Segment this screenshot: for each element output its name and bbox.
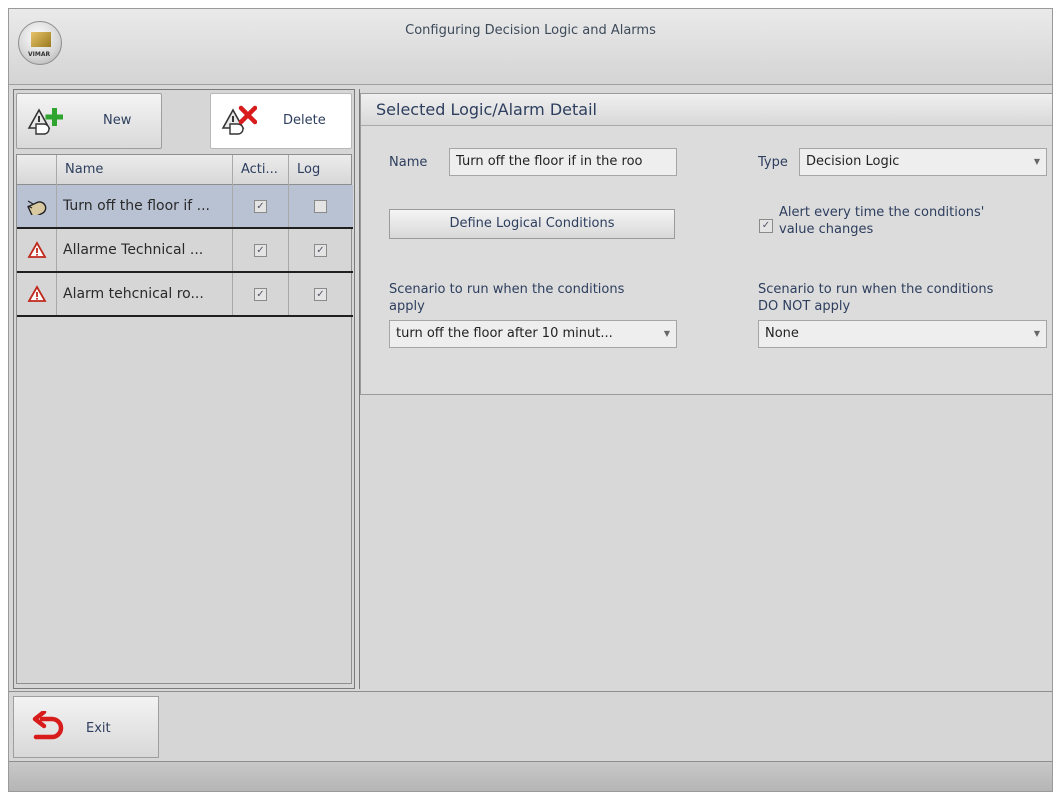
app-logo-text: VIMAR	[28, 51, 51, 58]
grid-header-log[interactable]: Log	[289, 155, 353, 185]
type-dropdown[interactable]: Decision Logic ▼	[799, 148, 1047, 176]
detail-panel: Selected Logic/Alarm Detail Name Turn of…	[359, 89, 1052, 689]
grid-header-name[interactable]: Name	[57, 155, 233, 185]
exit-button[interactable]: Exit	[13, 696, 159, 758]
exit-arrow-icon	[30, 709, 66, 745]
scenario-apply-dropdown[interactable]: turn off the floor after 10 minut... ▼	[389, 320, 677, 348]
status-bar	[9, 761, 1052, 791]
row-log-checkbox[interactable]	[314, 200, 327, 213]
logic-detail-group: Selected Logic/Alarm Detail Name Turn of…	[360, 93, 1052, 395]
new-button[interactable]: New	[16, 93, 162, 149]
new-logic-icon	[27, 104, 64, 138]
alarm-warning-icon	[27, 285, 47, 303]
row-name: Alarm tehcnical ro...	[57, 273, 233, 315]
new-button-label: New	[103, 113, 132, 128]
row-name: Turn off the floor if ...	[57, 185, 233, 227]
grid-header-active[interactable]: Acti...	[233, 155, 289, 185]
grid-header-icon-column	[17, 155, 57, 185]
scenario-apply-label-line1: Scenario to run when the conditions	[389, 282, 625, 297]
delete-logic-icon	[221, 104, 258, 138]
type-label: Type	[758, 155, 788, 170]
exit-button-label: Exit	[86, 721, 111, 736]
table-row[interactable]: Allarme Technical ... ✓ ✓	[17, 229, 353, 273]
row-name: Allarme Technical ...	[57, 229, 233, 271]
bottom-bar: Exit	[9, 691, 1052, 761]
row-active-checkbox[interactable]: ✓	[254, 200, 267, 213]
logic-list-panel: New Delete Name Acti... Log Turn off the…	[13, 89, 355, 689]
table-row[interactable]: Turn off the floor if ... ✓	[17, 185, 353, 229]
type-dropdown-value: Decision Logic	[806, 154, 900, 169]
chevron-down-icon: ▼	[1033, 329, 1040, 338]
scenario-apply-label-line2: apply	[389, 299, 425, 314]
grid-header: Name Acti... Log	[17, 155, 351, 185]
row-active-checkbox[interactable]: ✓	[254, 244, 267, 257]
delete-button-label: Delete	[283, 113, 326, 128]
row-log-checkbox[interactable]: ✓	[314, 244, 327, 257]
app-window: VIMAR Configuring Decision Logic and Ala…	[8, 8, 1053, 792]
scenario-notapply-label-line1: Scenario to run when the conditions	[758, 282, 994, 297]
scenario-notapply-value: None	[765, 326, 799, 341]
scenario-apply-value: turn off the floor after 10 minut...	[396, 326, 613, 341]
alert-label-line1: Alert every time the conditions'	[779, 205, 985, 220]
table-row[interactable]: Alarm tehcnical ro... ✓ ✓	[17, 273, 353, 317]
decision-logic-icon	[27, 197, 47, 219]
delete-button[interactable]: Delete	[210, 93, 352, 149]
define-logical-conditions-button[interactable]: Define Logical Conditions	[389, 209, 675, 239]
row-active-checkbox[interactable]: ✓	[254, 288, 267, 301]
chevron-down-icon: ▼	[663, 329, 670, 338]
alert-label-line2: value changes	[779, 222, 874, 237]
logic-grid: Name Acti... Log Turn off the floor if .…	[16, 154, 353, 684]
chevron-down-icon: ▼	[1033, 157, 1040, 166]
window-title: Configuring Decision Logic and Alarms	[405, 23, 656, 38]
title-bar: VIMAR Configuring Decision Logic and Ala…	[9, 9, 1052, 85]
name-input[interactable]: Turn off the floor if in the roo	[449, 148, 677, 176]
row-log-checkbox[interactable]: ✓	[314, 288, 327, 301]
name-label: Name	[389, 155, 428, 170]
alert-every-time-checkbox[interactable]: ✓	[759, 219, 773, 233]
scenario-notapply-dropdown[interactable]: None ▼	[758, 320, 1047, 348]
detail-title: Selected Logic/Alarm Detail	[361, 94, 1052, 126]
alarm-warning-icon	[27, 241, 47, 259]
scenario-notapply-label-line2: DO NOT apply	[758, 299, 851, 314]
